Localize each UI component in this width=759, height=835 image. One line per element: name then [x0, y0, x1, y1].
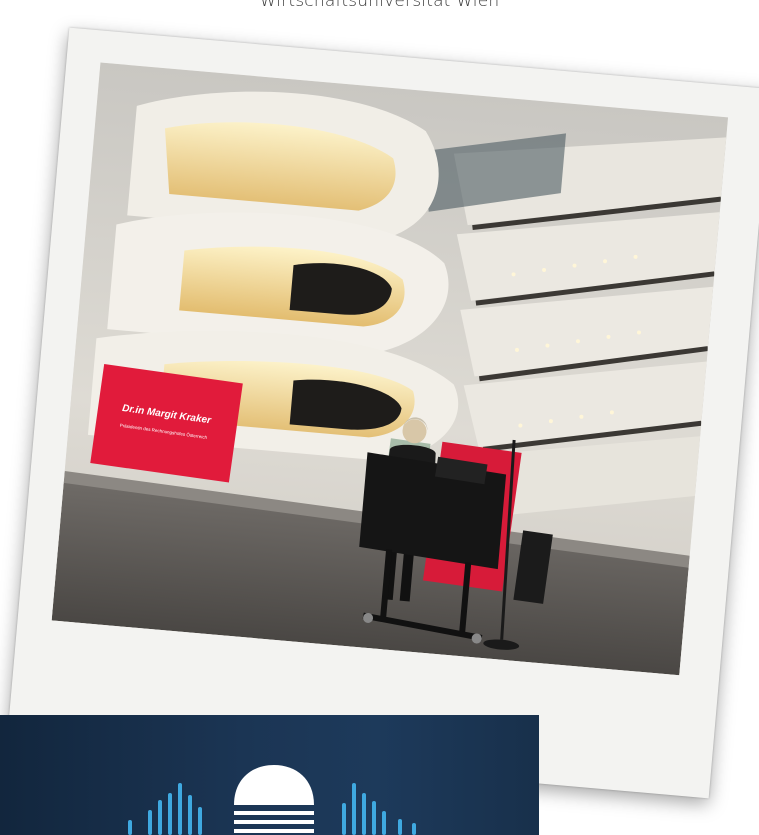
- page-caption: Wirtschaftsuniversität Wien: [259, 0, 500, 11]
- page: Wirtschaftsuniversität Wien Dr.in Margit…: [0, 0, 759, 835]
- audio-bars-icon: [128, 783, 202, 835]
- dome-with-lines-icon: [234, 765, 314, 833]
- event-photo: Dr.in Margit Kraker Präsidentin des Rech…: [51, 62, 729, 676]
- logo-banner: [0, 715, 539, 835]
- polaroid-frame: Dr.in Margit Kraker Präsidentin des Rech…: [7, 27, 759, 799]
- audio-bars-icon: [342, 783, 416, 835]
- photo-illustration: Dr.in Margit Kraker Präsidentin des Rech…: [51, 62, 729, 676]
- presentation-screen: Dr.in Margit Kraker Präsidentin des Rech…: [90, 363, 243, 483]
